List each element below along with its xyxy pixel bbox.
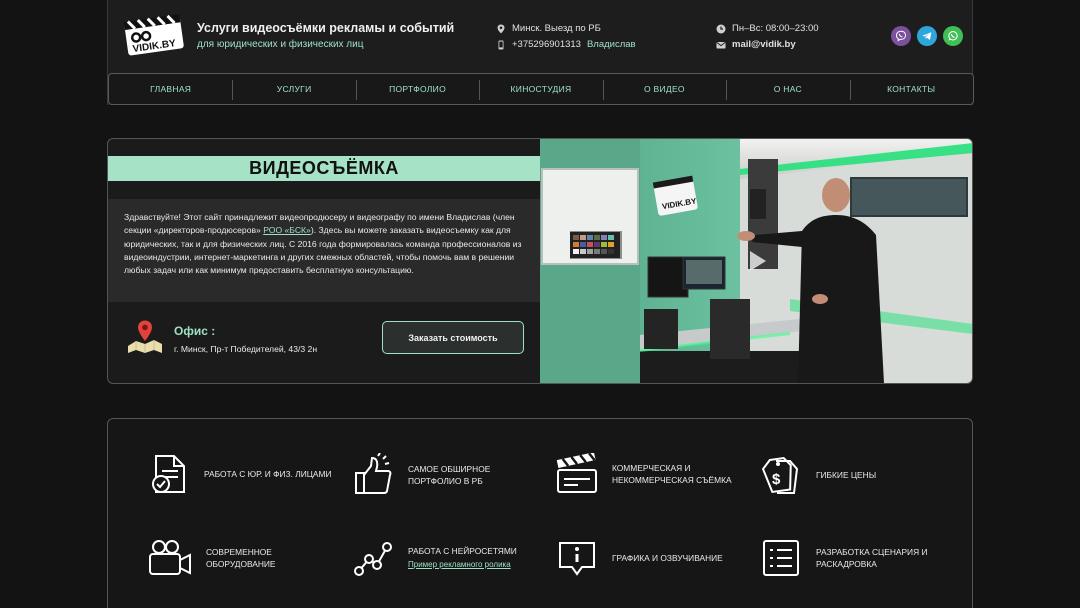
feature-label: РАБОТА С ЮР. И ФИЗ. ЛИЦАМИ	[204, 468, 332, 479]
nav-item-contacts[interactable]: КОНТАКТЫ	[849, 74, 973, 104]
hours-row: Пн–Вс: 08:00–23:00	[716, 23, 819, 34]
phone-icon	[498, 40, 504, 49]
feature-neural-networks: РАБОТА С НЕЙРОСЕТЯМИ Пример рекламного р…	[352, 537, 528, 579]
price-tags-icon: $	[761, 456, 799, 494]
order-price-button[interactable]: Заказать стоимость	[382, 321, 524, 354]
feature-legal-entities: РАБОТА С ЮР. И ФИЗ. ЛИЦАМИ	[148, 453, 332, 495]
email-row[interactable]: mail@vidik.by	[716, 39, 796, 50]
site-title: Услуги видеосъёмки рекламы и событий	[197, 21, 455, 35]
map-pin-icon	[497, 24, 505, 33]
feature-label: САМОЕ ОБШИРНОЕ ПОРТФОЛИО В РБ	[408, 463, 491, 487]
telegram-icon[interactable]	[917, 26, 937, 46]
thumbs-up-icon	[355, 453, 392, 494]
bsk-link[interactable]: РОО «БСК»	[263, 225, 311, 235]
video-camera-icon	[149, 540, 191, 575]
feature-script: РАЗРАБОТКА СЦЕНАРИЯ И РАСКАДРОВКА	[760, 537, 936, 579]
info-bubble-icon	[559, 542, 595, 576]
site-subtitle: для юридических и физических лиц	[197, 39, 364, 50]
features-section: РАБОТА С ЮР. И ФИЗ. ЛИЦАМИ САМОЕ ОБШИРНО…	[107, 418, 973, 608]
feature-label-group: РАБОТА С НЕЙРОСЕТЯМИ Пример рекламного р…	[408, 545, 528, 572]
whatsapp-icon[interactable]	[943, 26, 963, 46]
location-row: Минск. Выезд по РБ	[496, 23, 601, 34]
feature-equipment: СОВРЕМЕННОЕ ОБОРУДОВАНИЕ	[148, 537, 306, 579]
nav-item-studio[interactable]: КИНОСТУДИЯ	[479, 74, 602, 104]
feature-label: СОВРЕМЕННОЕ ОБОРУДОВАНИЕ	[206, 546, 276, 570]
feature-commercial: КОММЕРЧЕСКАЯ И НЕКОММЕРЧЕСКАЯ СЪЁМКА	[556, 453, 734, 495]
hero-video-thumbnail[interactable]: VIDIK.BY	[540, 139, 972, 383]
nav-item-portfolio[interactable]: ПОРТФОЛИО	[355, 74, 479, 104]
feature-portfolio: САМОЕ ОБШИРНОЕ ПОРТФОЛИО В РБ	[352, 453, 518, 497]
feature-label: РАЗРАБОТКА СЦЕНАРИЯ И РАСКАДРОВКА	[816, 546, 928, 570]
ad-example-link[interactable]: Пример рекламного ролика	[408, 559, 528, 572]
feature-label: ГИБКИЕ ЦЕНЫ	[816, 469, 877, 480]
main-nav: ГЛАВНАЯ УСЛУГИ ПОРТФОЛИО КИНОСТУДИЯ О ВИ…	[108, 73, 974, 105]
office-title: Офис :	[174, 324, 216, 338]
phone-contact-name: Владислав	[586, 39, 636, 50]
feature-label: ГРАФИКА И ОЗВУЧИВАНИЕ	[612, 552, 723, 563]
feature-prices: $ ГИБКИЕ ЦЕНЫ	[760, 453, 926, 497]
vidik-logo[interactable]: VIDIK.BY	[122, 12, 186, 58]
hero-heading: ВИДЕОСЪЁМКА	[108, 156, 540, 181]
hero-section: ВИДЕОСЪЁМКА Здравствуйте! Этот сайт прин…	[107, 138, 973, 384]
list-icon	[763, 540, 799, 576]
mail-icon	[716, 41, 726, 48]
phone-row[interactable]: +375296901313 Владислав	[496, 39, 636, 50]
nav-item-home[interactable]: ГЛАВНАЯ	[109, 74, 232, 104]
neural-network-icon	[354, 542, 392, 576]
viber-icon[interactable]	[891, 26, 911, 46]
nav-item-about-us[interactable]: О НАС	[726, 74, 849, 104]
clapperboard-icon	[556, 453, 597, 493]
office-address: г. Минск, Пр-т Победителей, 43/3 2н	[174, 344, 318, 354]
site-header: VIDIK.BY Услуги видеосъёмки рекламы и со…	[107, 0, 974, 105]
feature-label: РАБОТА С НЕЙРОСЕТЯМИ	[408, 545, 517, 556]
feature-graphics-voice: ГРАФИКА И ОЗВУЧИВАНИЕ	[556, 537, 732, 579]
nav-item-services[interactable]: УСЛУГИ	[232, 74, 355, 104]
location-text: Минск. Выезд по РБ	[512, 23, 601, 34]
svg-text:$: $	[772, 471, 781, 488]
email-link[interactable]: mail@vidik.by	[732, 39, 796, 50]
document-check-icon	[152, 455, 185, 493]
clock-icon	[716, 24, 726, 33]
hero-description: Здравствуйте! Этот сайт принадлежит виде…	[124, 211, 526, 277]
phone-number[interactable]: +375296901313	[512, 39, 581, 50]
hero-info: ВИДЕОСЪЁМКА Здравствуйте! Этот сайт прин…	[108, 139, 540, 383]
office-map-pin-icon	[128, 320, 162, 353]
studio-photo: VIDIK.BY	[540, 139, 972, 383]
hours-text: Пн–Вс: 08:00–23:00	[732, 23, 819, 34]
nav-item-about-video[interactable]: О ВИДЕО	[602, 74, 726, 104]
feature-label: КОММЕРЧЕСКАЯ И НЕКОММЕРЧЕСКАЯ СЪЁМКА	[612, 462, 732, 486]
